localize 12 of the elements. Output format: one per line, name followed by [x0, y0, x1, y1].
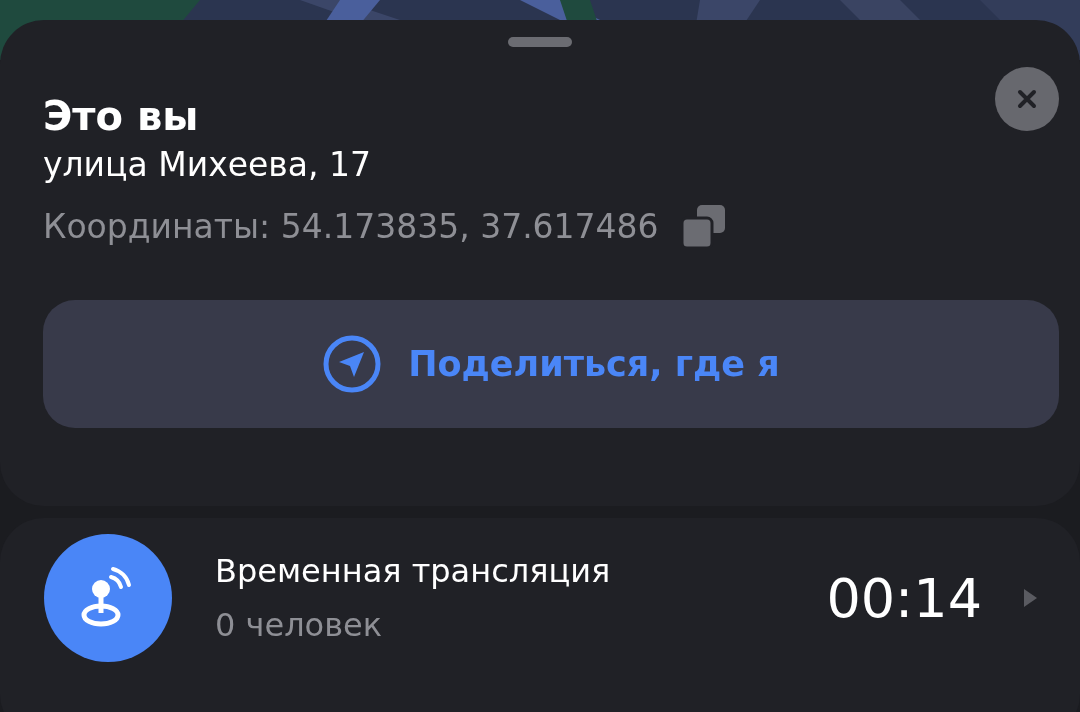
- coordinates-text: Координаты: 54.173835, 37.617486: [43, 206, 659, 246]
- broadcast-icon: [43, 533, 173, 663]
- timer-text: 00:14: [826, 566, 982, 630]
- copy-icon[interactable]: [680, 204, 725, 248]
- share-location-button[interactable]: Поделиться, где я: [43, 300, 1059, 428]
- play-arrow-icon[interactable]: [1022, 587, 1038, 609]
- close-icon: [1016, 88, 1038, 110]
- address-text: улица Михеева, 17: [43, 145, 372, 184]
- viewer-count: 0 человек: [215, 606, 384, 644]
- card-title: Это вы: [43, 93, 199, 139]
- broadcast-title: Временная трансляция: [215, 552, 612, 590]
- drag-handle[interactable]: [508, 37, 572, 47]
